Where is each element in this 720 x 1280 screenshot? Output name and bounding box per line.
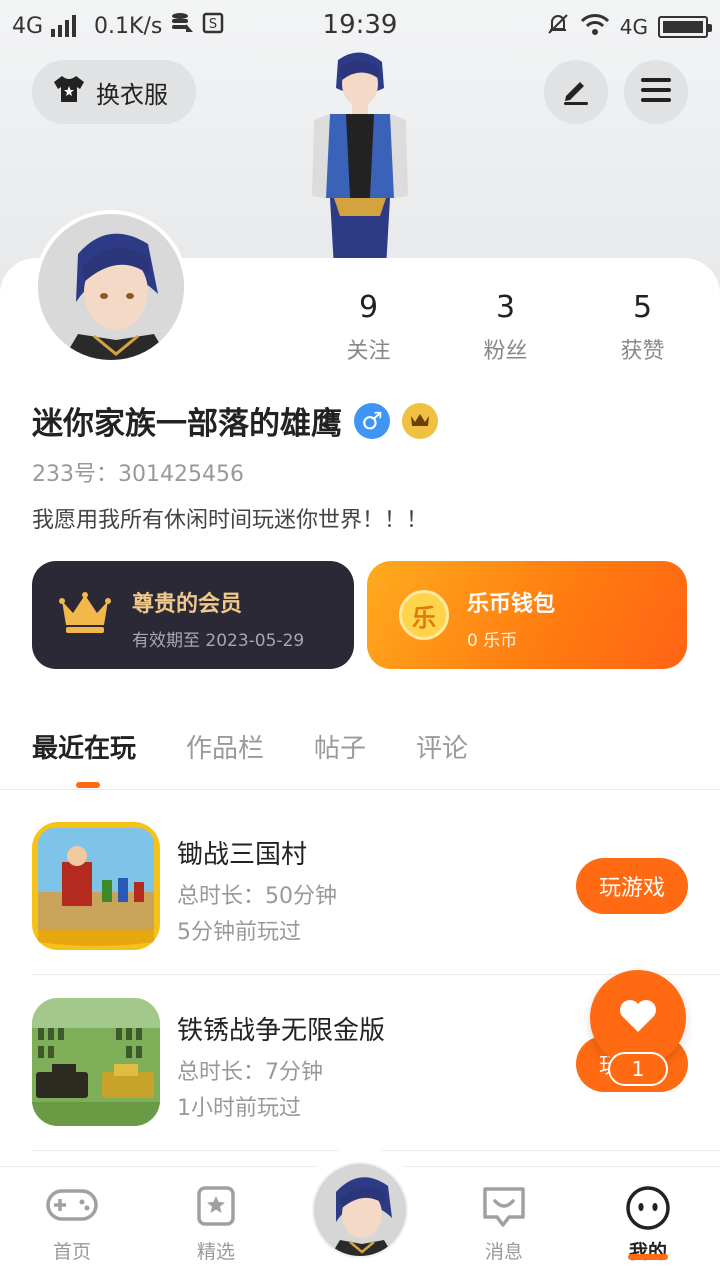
game-duration: 总时长：50分钟: [177, 884, 337, 909]
member-title: 尊贵的会员: [132, 592, 243, 617]
tab-recently-played[interactable]: 最近在玩: [32, 728, 136, 788]
nav-avatar-center[interactable]: [312, 1162, 408, 1258]
stat-label: 关注: [346, 339, 391, 364]
coin-icon: 乐: [399, 590, 449, 640]
play-game-button[interactable]: 玩游戏: [576, 858, 688, 914]
nickname: 迷你家族一部落的雄鹰: [32, 406, 342, 442]
nav-mine[interactable]: 我的: [576, 1167, 720, 1280]
status-bar: 4G 0.1K/s S 19:39 4G: [0, 0, 720, 50]
tshirt-icon: [52, 74, 86, 110]
game-last-played: 5分钟前玩过: [177, 920, 301, 945]
profile-stats: 9 关注 3 粉丝 5 获赞: [300, 290, 720, 365]
like-count-badge: 1: [608, 1052, 668, 1086]
game-icon: [32, 998, 160, 1126]
mute-icon: [546, 12, 570, 42]
game-name: 铁锈战争无限金版: [177, 1016, 386, 1046]
crown-badge-icon[interactable]: [402, 402, 438, 439]
menu-button[interactable]: [624, 60, 688, 124]
heart-icon: [618, 998, 658, 1038]
game-duration: 总时长：7分钟: [177, 1060, 323, 1085]
nav-messages[interactable]: 消息: [432, 1167, 576, 1280]
nav-featured[interactable]: 精选: [144, 1167, 288, 1280]
gamepad-icon: [45, 1185, 99, 1229]
wallet-title: 乐币钱包: [467, 592, 556, 617]
star-bookmark-icon: [196, 1185, 236, 1231]
vip-member-card[interactable]: 尊贵的会员 有效期至 2023-05-29: [32, 561, 354, 669]
3d-avatar-figure[interactable]: [300, 48, 420, 268]
user-id: 233号：301425456: [32, 462, 244, 487]
edit-profile-button[interactable]: [544, 60, 608, 124]
stat-label: 获赞: [620, 339, 665, 364]
battery-icon: [658, 16, 712, 38]
male-gender-icon: ♂: [354, 402, 390, 439]
stat-likes[interactable]: 5 获赞: [574, 290, 711, 365]
game-icon: [32, 822, 160, 950]
outfit-button-label: 换衣服: [96, 80, 168, 109]
member-expiry: 有效期至 2023-05-29: [132, 631, 305, 651]
profile-avatar[interactable]: [34, 210, 188, 364]
tabs-divider: [0, 789, 720, 790]
nav-label: 消息: [484, 1241, 523, 1263]
tab-posts[interactable]: 帖子: [314, 728, 366, 765]
smiley-face-icon: [625, 1185, 671, 1235]
nickname-row: 迷你家族一部落的雄鹰 ♂: [32, 398, 438, 443]
nav-home[interactable]: 首页: [0, 1167, 144, 1280]
gold-crown-icon: [58, 591, 112, 639]
wifi-icon: [580, 13, 610, 41]
stat-value: 3: [495, 290, 516, 325]
stat-followers[interactable]: 3 粉丝: [437, 290, 574, 365]
menu-icon: [640, 76, 672, 108]
stat-following[interactable]: 9 关注: [300, 290, 437, 365]
tab-comments[interactable]: 评论: [416, 728, 468, 765]
tab-works[interactable]: 作品栏: [186, 728, 264, 765]
change-outfit-button[interactable]: 换衣服: [32, 60, 196, 124]
nav-label: 首页: [52, 1241, 91, 1263]
chat-bubble-icon: [481, 1185, 527, 1233]
list-item[interactable]: 锄战三国村 总时长：50分钟 5分钟前玩过 玩游戏: [32, 822, 720, 962]
pencil-icon: [560, 74, 592, 110]
game-name: 锄战三国村: [177, 840, 308, 870]
wallet-balance: 0 乐币: [467, 631, 518, 651]
stat-label: 粉丝: [483, 339, 528, 364]
coin-wallet-card[interactable]: 乐 乐币钱包 0 乐币: [367, 561, 687, 669]
profile-tabs: 最近在玩 作品栏 帖子 评论: [32, 728, 468, 788]
game-last-played: 1小时前玩过: [177, 1096, 301, 1121]
stat-value: 9: [358, 290, 379, 325]
nav-label: 精选: [196, 1241, 235, 1263]
user-bio: 我愿用我所有休闲时间玩迷你世界！！！: [32, 508, 429, 533]
active-nav-indicator: [628, 1254, 668, 1260]
network-type-right: 4G: [619, 15, 648, 39]
stat-value: 5: [632, 290, 653, 325]
